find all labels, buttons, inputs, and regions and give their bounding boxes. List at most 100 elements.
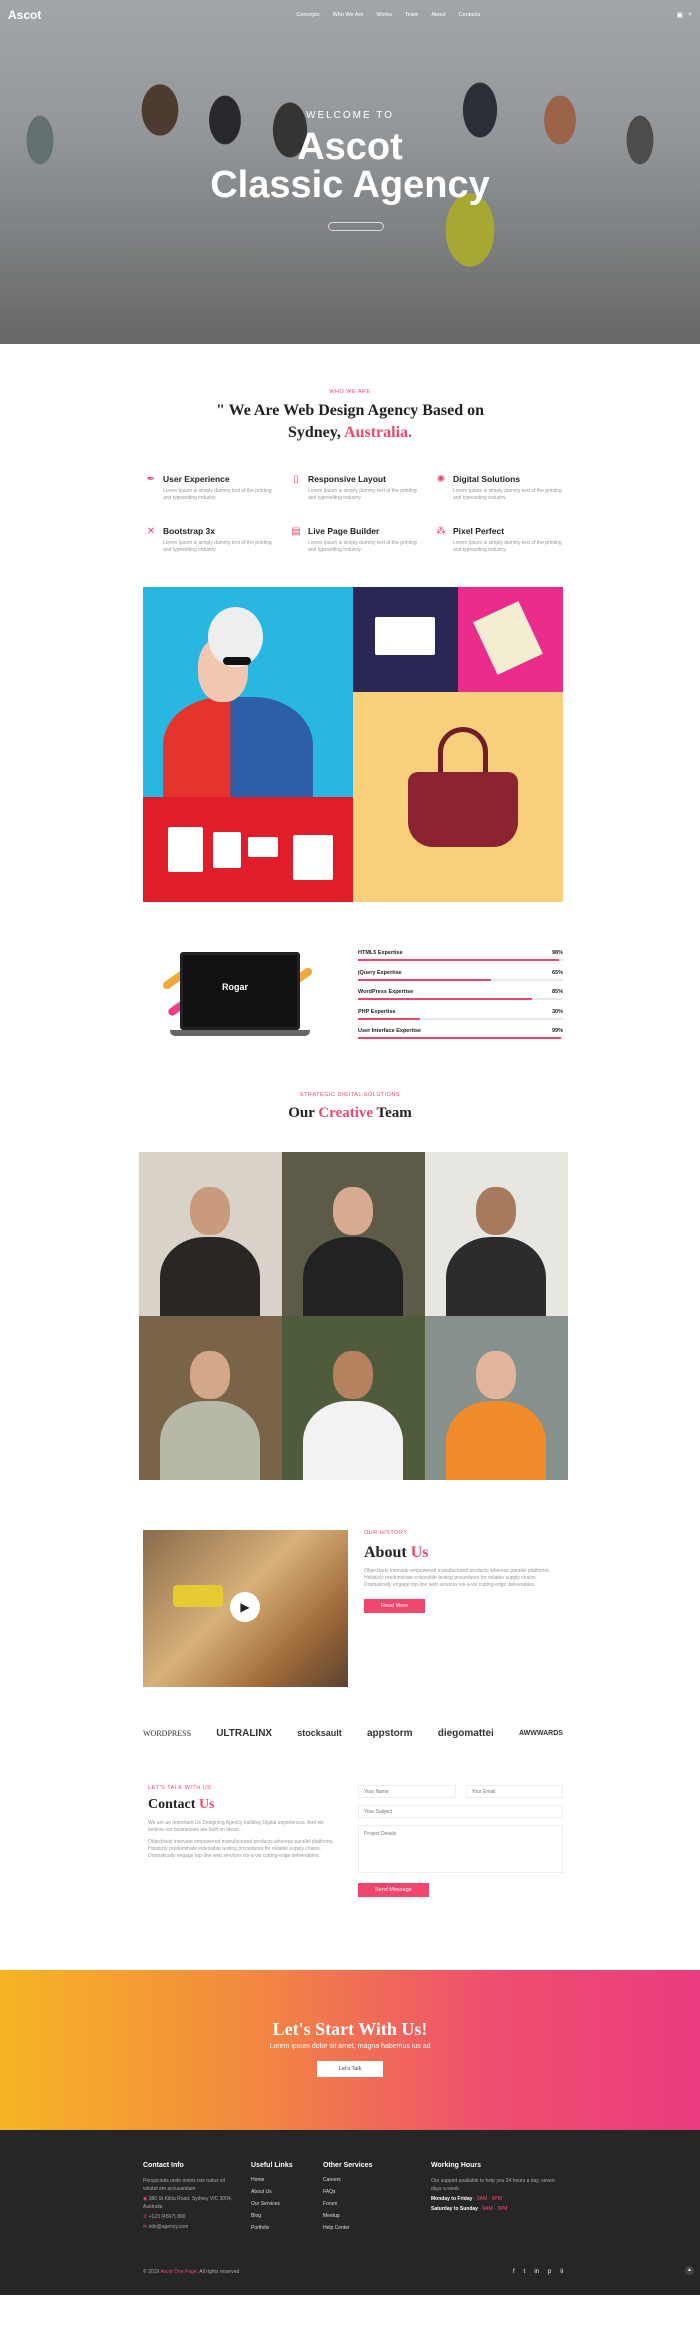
footer-link-faqs[interactable]: FAQs xyxy=(323,2189,372,2195)
nav-icons: ▣ ⌕ xyxy=(676,11,692,19)
contact-form: Your Name Your Email Your Subject Projec… xyxy=(358,1785,563,1897)
laptop-illustration: Rogar xyxy=(161,952,314,1042)
portfolio-item-branding[interactable] xyxy=(143,797,353,902)
linkedin-icon[interactable]: li xyxy=(560,2269,563,2275)
twitter-icon[interactable]: t xyxy=(524,2269,526,2275)
skill-item: HTML5 Expertise 98% xyxy=(358,950,563,961)
feature-text: Lorem Ipsum is simply dummy text of the … xyxy=(163,488,272,501)
scroll-indicator[interactable] xyxy=(328,222,384,231)
skill-track xyxy=(358,978,563,981)
menu-item-contacts[interactable]: Contacts xyxy=(459,12,481,18)
portfolio-item-bag[interactable] xyxy=(353,692,563,902)
name-field[interactable]: Your Name xyxy=(358,1785,456,1798)
member-body xyxy=(446,1237,546,1316)
subject-field[interactable]: Your Subject xyxy=(358,1805,563,1818)
footer-link-careers[interactable]: Careers xyxy=(323,2177,372,2183)
team-member-photo[interactable] xyxy=(425,1152,568,1316)
footer-link-help-center[interactable]: Help Center xyxy=(323,2225,372,2231)
member-body xyxy=(303,1401,403,1480)
scroll-top-icon[interactable]: ▲ xyxy=(685,2266,694,2275)
facebook-icon[interactable]: f xyxy=(513,2269,515,2275)
mobile-icon: ▯ xyxy=(293,474,299,485)
footer-useful-title: Useful Links xyxy=(251,2162,293,2169)
team-member-photo[interactable] xyxy=(282,1152,425,1316)
feature-text: Lorem Ipsum is simply dummy text of the … xyxy=(308,540,417,553)
cart-icon[interactable]: ▣ xyxy=(676,11,683,19)
footer-link-services[interactable]: Our Services xyxy=(251,2201,293,2207)
skill-value: 85% xyxy=(551,989,563,995)
skill-label: HTML5 Expertise xyxy=(358,950,403,956)
team-eyebrow: STRATEGIC DIGITAL SOLUTIONS xyxy=(299,1092,401,1098)
features-grid: ✒ User Experience Lorem Ipsum is simply du… xyxy=(145,474,700,554)
about-video[interactable]: ▶ xyxy=(143,1530,348,1687)
feature-title: Live Page Builder xyxy=(308,526,380,536)
play-icon[interactable]: ▶ xyxy=(230,1592,260,1622)
portfolio-item-fashion[interactable] xyxy=(143,587,353,797)
bag-body xyxy=(408,772,518,847)
feature-text: Lorem Ipsum is simply dummy text of the … xyxy=(308,488,417,501)
skill-fill xyxy=(358,978,492,981)
skill-item: PHP Expertise 30% xyxy=(358,1009,563,1020)
menu-item-concepts[interactable]: Concepts xyxy=(296,12,319,18)
team-member-photo[interactable] xyxy=(425,1316,568,1480)
main-menu: Concepts Who We Are Works Team About Con… xyxy=(296,12,480,18)
feature-title: Responsive Layout xyxy=(308,474,386,484)
contact-section: LET'S TALK WITH US Contact Us We are an … xyxy=(0,1785,700,1930)
copyright-link[interactable]: Ascot One Page xyxy=(160,2269,196,2275)
skill-track xyxy=(358,1017,563,1020)
member-head xyxy=(190,1351,230,1399)
feature-text: Lorem Ipsum is simply dummy text of the … xyxy=(163,540,272,553)
footer-link-portfolio[interactable]: Portfolio xyxy=(251,2225,293,2231)
hero-welcome: WELCOME TO xyxy=(306,110,394,121)
footer-link-forum[interactable]: Forum xyxy=(323,2201,372,2207)
footer-link-blog[interactable]: Blog xyxy=(251,2213,293,2219)
portfolio-mosaic xyxy=(143,587,563,902)
who-heading: " We Are Web Design Agency Based on Sydn… xyxy=(215,402,485,441)
cta-title: Let's Start With Us! xyxy=(272,2019,428,2039)
team-member-photo[interactable] xyxy=(139,1152,282,1316)
footer-other-services: Other Services Careers FAQs Forum Meetup… xyxy=(323,2162,372,2237)
footer-address: ◉ 380 St Kilda Road, Sydney VIC 3004, Au… xyxy=(143,2196,233,2210)
team-member-photo[interactable] xyxy=(282,1316,425,1480)
pixel-icon: ⁂ xyxy=(436,526,446,537)
email-field[interactable]: Your Email xyxy=(465,1785,563,1798)
lets-talk-button[interactable]: Let's Talk xyxy=(316,2061,384,2077)
send-message-button[interactable]: Send Message xyxy=(358,1883,429,1897)
client-logo-diegomattei: diegomattei xyxy=(437,1727,494,1739)
footer-link-home[interactable]: Home xyxy=(251,2177,293,2183)
menu-item-who-we-are[interactable]: Who We Are xyxy=(333,12,364,18)
footer-email[interactable]: ✉ info@agency.com xyxy=(143,2223,238,2231)
pinterest-icon[interactable]: p xyxy=(548,2269,551,2275)
search-icon[interactable]: ⌕ xyxy=(688,11,692,19)
footer-hours-title: Working Hours xyxy=(431,2162,482,2169)
tools-icon: ✕ xyxy=(146,526,156,537)
client-logo-appstorm: appstorm xyxy=(366,1727,413,1739)
client-logo-awwwards: AWWWARDS xyxy=(519,1729,563,1737)
read-more-button[interactable]: Read More xyxy=(364,1599,426,1613)
menu-item-about[interactable]: About xyxy=(431,12,445,18)
portfolio-item-web[interactable] xyxy=(353,587,458,692)
feature-item: ⁂ Pixel Perfect Lorem Ipsum is simply dumm… xyxy=(435,526,578,554)
about-eyebrow: OUR HISTORY xyxy=(364,1530,408,1536)
portfolio-item-stationery[interactable] xyxy=(458,587,563,692)
skill-fill xyxy=(358,1017,420,1020)
footer-contact-info: Contact Info Perspiciatis unde omnis ist… xyxy=(143,2162,238,2233)
couch-shape xyxy=(173,1585,223,1607)
member-head xyxy=(333,1351,373,1399)
footer-link-about[interactable]: About Us xyxy=(251,2189,293,2195)
site-footer: Contact Info Perspiciatis unde omnis ist… xyxy=(0,2130,700,2295)
model-body xyxy=(163,697,313,797)
team-member-photo[interactable] xyxy=(139,1316,282,1480)
site-logo[interactable]: Ascot xyxy=(8,8,41,22)
feature-item: ▤ Live Page Builder Lorem Ipsum is simply … xyxy=(290,526,433,554)
menu-item-team[interactable]: Team xyxy=(405,12,418,18)
project-details-field[interactable]: Project Details xyxy=(358,1825,563,1873)
menu-item-works[interactable]: Works xyxy=(376,12,391,18)
instagram-icon[interactable]: in xyxy=(534,2269,539,2275)
contact-intro: LET'S TALK WITH US Contact Us We are an … xyxy=(148,1785,338,1865)
top-navbar: Ascot Concepts Who We Are Works Team Abo… xyxy=(0,0,700,30)
skill-bars: HTML5 Expertise 98% jQuery Expertise 65% Wor… xyxy=(358,950,563,1048)
footer-link-meetup[interactable]: Meetup xyxy=(323,2213,372,2219)
skill-value: 98% xyxy=(551,950,563,956)
feature-item: ▯ Responsive Layout Lorem Ipsum is simply … xyxy=(290,474,433,502)
